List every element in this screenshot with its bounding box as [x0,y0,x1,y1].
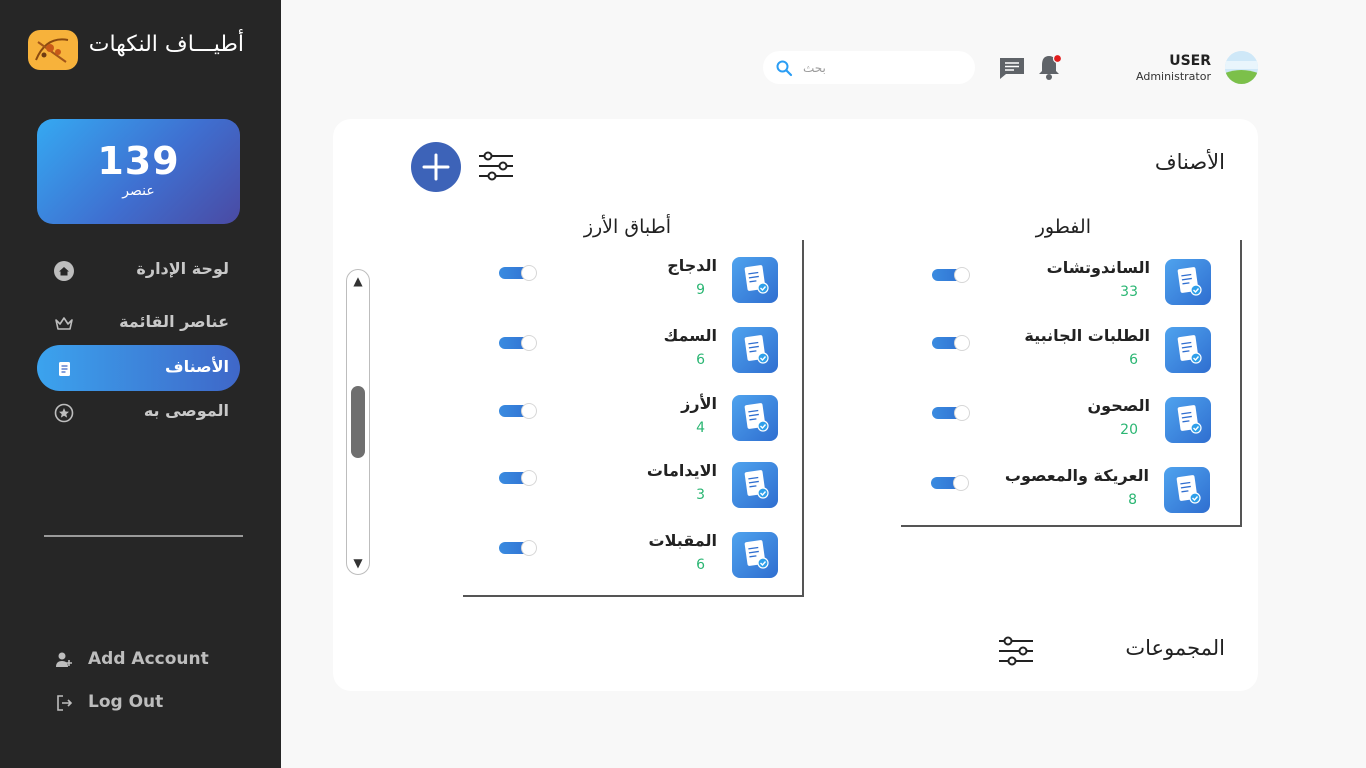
item-name: الأرز [681,394,717,413]
item-name: الساندوتشات [1046,258,1150,277]
scroll-up-arrow-icon[interactable]: ▲ [347,274,369,288]
nav-item-label: لوحة الإدارة [136,259,229,278]
item-count: 6 [1129,352,1138,368]
item-name: الايدامات [646,461,717,480]
scroll-down-arrow-icon[interactable]: ▼ [347,556,369,570]
item-count: 8 [1128,492,1137,508]
list-item[interactable]: الساندوتشات 33 [911,258,1211,309]
sidebar: أطيـــاف النكهات 139 عنصر لوحة الإدارة ع… [0,0,281,768]
nav-item-label: الموصى به [143,401,229,420]
item-name: السمك [663,326,717,345]
nav-item-label: عناصر القائمة [119,312,229,331]
item-toggle[interactable] [932,267,970,283]
column-title: الفطور [1035,216,1091,238]
brand-logo-icon [28,30,78,70]
nav-item-label: الأصناف [165,357,229,376]
add-user-icon [55,651,73,669]
document-check-icon [732,395,778,441]
document-check-icon [1165,327,1211,373]
brand-name: أطيـــاف النكهات [88,32,244,57]
list-scrollbar[interactable]: ▲ ▼ [346,269,370,575]
item-toggle[interactable] [499,335,537,351]
item-count: 6 [696,557,705,573]
list-item[interactable]: العريكة والمعصوب 8 [910,466,1210,517]
sidebar-divider [44,535,243,537]
list-item[interactable]: الطلبات الجانبية 6 [911,326,1211,377]
logout-button[interactable]: Log Out [55,691,255,715]
home-icon [54,261,74,281]
document-check-icon [732,327,778,373]
add-category-button[interactable] [411,142,461,192]
item-name: الصحون [1087,396,1150,415]
categories-title: الأصناف [1154,150,1225,174]
document-check-icon [1165,397,1211,443]
document-check-icon [732,532,778,578]
column-title: أطباق الأرز [583,216,671,238]
item-toggle[interactable] [499,403,537,419]
nav-item-menu-items[interactable]: عناصر القائمة [37,300,240,346]
search-icon [775,59,793,77]
groups-title: المجموعات [1125,636,1225,660]
document-icon [54,359,74,379]
item-toggle[interactable] [931,475,969,491]
item-toggle[interactable] [932,405,970,421]
groups-filter-icon[interactable] [998,635,1034,667]
messages-icon[interactable] [998,56,1026,80]
document-check-icon [732,257,778,303]
brand-logo[interactable]: أطيـــاف النكهات [28,28,248,72]
item-toggle[interactable] [932,335,970,351]
logout-icon [55,694,73,712]
nav-item-categories[interactable]: الأصناف [37,345,240,391]
document-check-icon [732,462,778,508]
user-avatar[interactable] [1225,51,1258,84]
item-name: المقبلات [648,531,718,550]
item-count: 4 [696,420,705,436]
search-box[interactable] [763,51,975,84]
scrollbar-thumb[interactable] [351,386,365,458]
item-toggle[interactable] [499,470,537,486]
notification-bell-icon[interactable] [1037,53,1063,81]
user-name: USER [1169,53,1211,69]
item-count: 3 [696,487,705,503]
list-item[interactable]: الصحون 20 [911,396,1211,447]
search-input[interactable] [803,57,963,79]
add-account-button[interactable]: Add Account [55,648,255,672]
categories-card: الأصناف الفطور الساندوتشات 33 الطلبات ال… [333,119,1258,691]
document-check-icon [1165,259,1211,305]
item-name: العريكة والمعصوب [1004,466,1149,485]
item-toggle[interactable] [499,540,537,556]
list-item[interactable]: الأرز 4 [478,394,778,445]
crown-icon [54,314,74,334]
item-count: 20 [1120,422,1138,438]
item-toggle[interactable] [499,265,537,281]
filter-icon[interactable] [478,150,514,182]
plus-icon [422,153,450,181]
item-count: 33 [1120,284,1138,300]
list-item[interactable]: السمك 6 [478,326,778,377]
list-item[interactable]: المقبلات 6 [478,531,778,582]
items-count-value: 139 [97,139,180,183]
item-name: الدجاج [667,256,717,275]
nav-item-recommended[interactable]: الموصى به [37,389,240,435]
item-count: 9 [696,282,705,298]
item-count: 6 [696,352,705,368]
list-item[interactable]: الايدامات 3 [478,461,778,512]
star-icon [54,403,74,423]
items-count-label: عنصر [122,183,155,199]
user-role: Administrator [1136,70,1211,83]
items-count-card: 139 عنصر [37,119,240,224]
nav-item-dashboard[interactable]: لوحة الإدارة [37,247,240,293]
list-item[interactable]: الدجاج 9 [478,256,778,307]
document-check-icon [1164,467,1210,513]
add-account-label: Add Account [88,649,209,669]
item-name: الطلبات الجانبية [1024,326,1150,345]
logout-label: Log Out [88,692,164,712]
